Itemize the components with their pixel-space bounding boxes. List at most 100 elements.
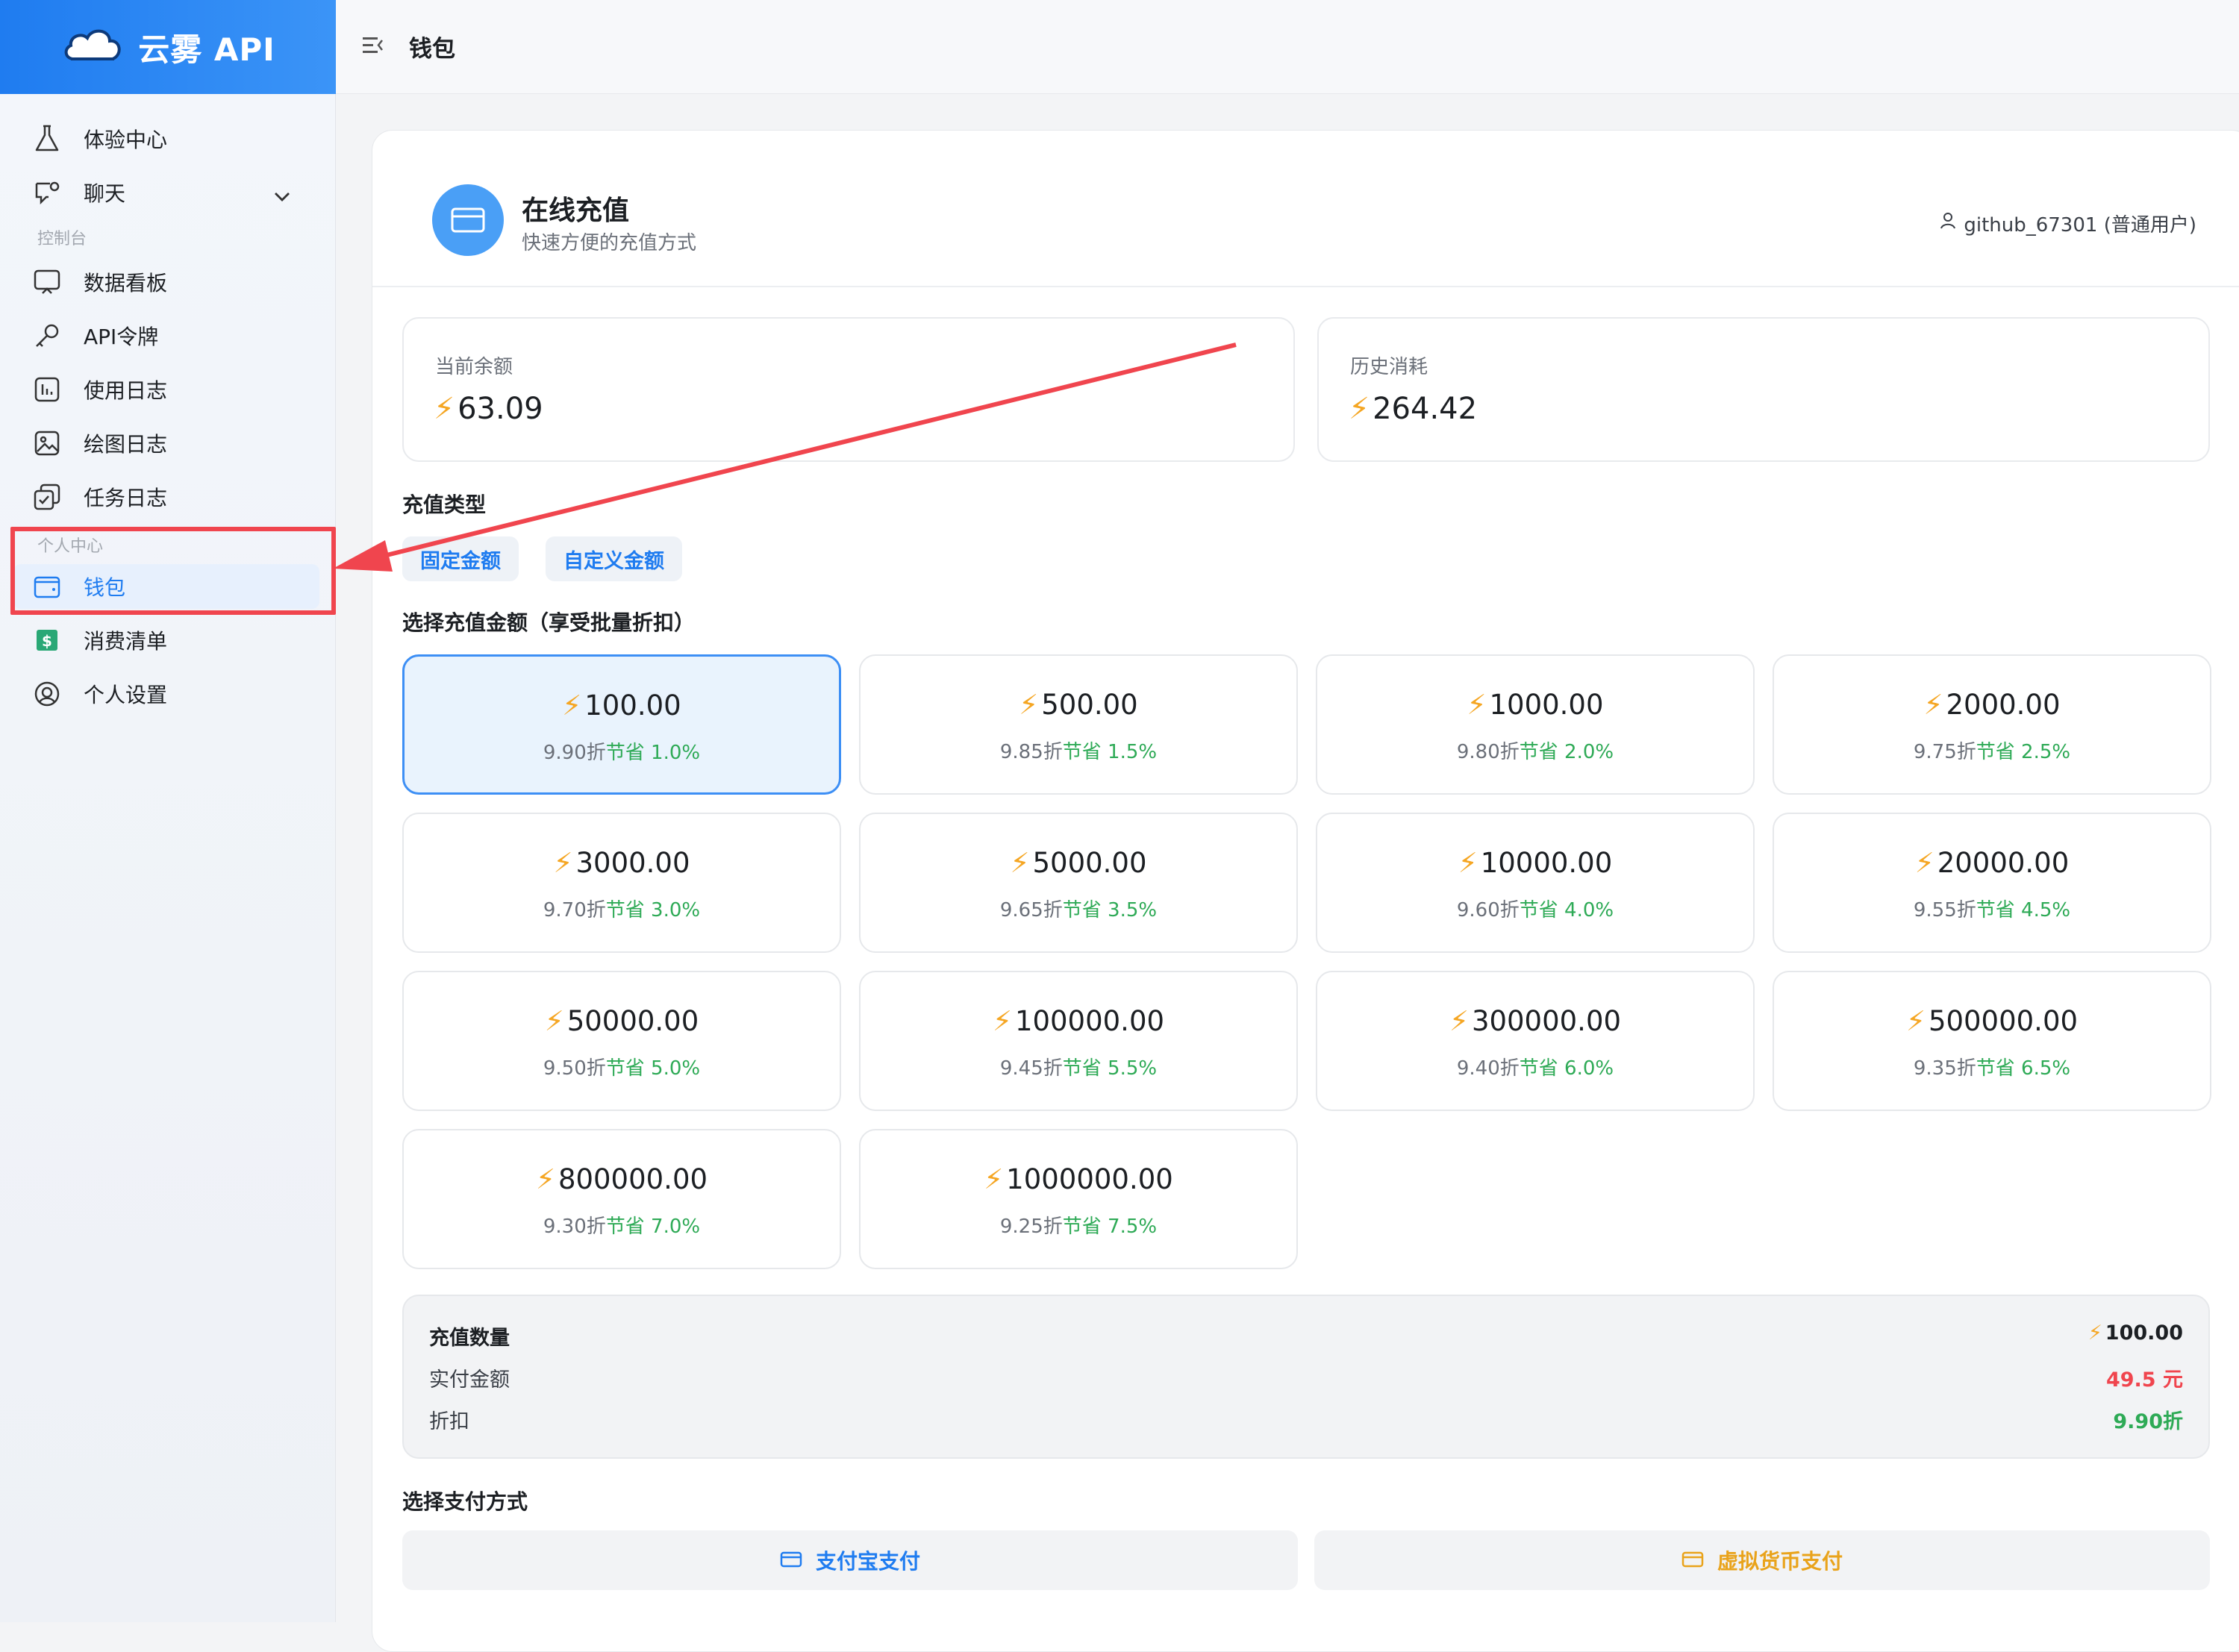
bolt-icon: ⚡ bbox=[1923, 689, 1943, 721]
amount-discount: 9.90折 bbox=[543, 742, 606, 764]
amount-discount: 9.30折 bbox=[543, 1215, 606, 1238]
amount-save: 节省 6.0% bbox=[1519, 1057, 1614, 1080]
sidebar-item-settings[interactable]: 个人设置 bbox=[13, 672, 319, 716]
amount-section-label: 选择充值金额（享受批量折扣） bbox=[402, 610, 696, 635]
bolt-icon: ⚡ bbox=[992, 1005, 1012, 1037]
type-custom-button[interactable]: 自定义金额 bbox=[546, 536, 682, 581]
amount-option[interactable]: ⚡ 1000.00 9.80折节省 2.0% bbox=[1316, 654, 1755, 795]
amount-option[interactable]: ⚡ 10000.00 9.60折节省 4.0% bbox=[1316, 813, 1755, 953]
sidebar-item-billing[interactable]: $ 消费清单 bbox=[13, 618, 319, 663]
amount-option[interactable]: ⚡ 800000.00 9.30折节省 7.0% bbox=[402, 1129, 841, 1269]
amount-discount-wrap: 9.65折节省 3.5% bbox=[861, 895, 1296, 922]
user-icon bbox=[1940, 212, 1956, 235]
amount-option[interactable]: ⚡ 50000.00 9.50折节省 5.0% bbox=[402, 971, 841, 1111]
recharge-card: 在线充值 快速方便的充值方式 github_67301 (普通用户) 当前余额 … bbox=[372, 130, 2239, 1652]
bolt-icon: ⚡ bbox=[562, 689, 582, 722]
amount-value: 20000.00 bbox=[1937, 847, 2070, 879]
amount-option[interactable]: ⚡ 500000.00 9.35折节省 6.5% bbox=[1773, 971, 2211, 1111]
bolt-icon: ⚡ bbox=[1467, 689, 1487, 721]
bolt-icon: ⚡ bbox=[1458, 847, 1478, 879]
amount-value: 100.00 bbox=[584, 689, 681, 722]
sidebar-item-api-token[interactable]: API令牌 bbox=[13, 313, 319, 358]
sidebar-item-chat[interactable]: 聊天 bbox=[13, 170, 319, 215]
amount-discount-wrap: 9.30折节省 7.0% bbox=[404, 1211, 840, 1239]
amount-discount-wrap: 9.40折节省 6.0% bbox=[1317, 1053, 1753, 1080]
amount-value-wrap: ⚡ 100.00 bbox=[405, 689, 839, 722]
card-icon bbox=[780, 1548, 802, 1573]
amount-value: 1000000.00 bbox=[1006, 1163, 1173, 1195]
amount-discount: 9.25折 bbox=[999, 1215, 1063, 1238]
type-fixed-button[interactable]: 固定金额 bbox=[402, 536, 519, 581]
amount-discount: 9.70折 bbox=[543, 899, 606, 922]
amount-value-wrap: ⚡ 300000.00 bbox=[1317, 1005, 1753, 1037]
sidebar-item-label: 任务日志 bbox=[84, 486, 168, 510]
amount-save: 节省 3.0% bbox=[605, 899, 701, 922]
bolt-icon: ⚡ bbox=[434, 392, 455, 426]
user-label: github_67301 (普通用户) bbox=[1940, 210, 2196, 237]
amount-option[interactable]: ⚡ 100000.00 9.45折节省 5.5% bbox=[859, 971, 1298, 1111]
amount-save: 节省 7.0% bbox=[605, 1215, 701, 1238]
summary-paid-value: 49.5 元 bbox=[2105, 1368, 2183, 1392]
sidebar-item-label: 个人设置 bbox=[84, 683, 168, 707]
page-title: 钱包 bbox=[409, 36, 455, 63]
dollar-icon: $ bbox=[31, 625, 63, 656]
card-subtitle: 快速方便的充值方式 bbox=[522, 232, 697, 254]
amount-discount-wrap: 9.60折节省 4.0% bbox=[1317, 895, 1753, 922]
annotation-highlight-box bbox=[10, 527, 336, 615]
alipay-label: 支付宝支付 bbox=[815, 1549, 920, 1574]
sidebar-item-usage-log[interactable]: 使用日志 bbox=[13, 367, 319, 412]
amount-option[interactable]: ⚡ 2000.00 9.75折节省 2.5% bbox=[1773, 654, 2211, 795]
amount-option[interactable]: ⚡ 300000.00 9.40折节省 6.0% bbox=[1316, 971, 1755, 1111]
balance-value: 63.09 bbox=[458, 392, 543, 426]
amount-value-wrap: ⚡ 2000.00 bbox=[1774, 689, 2210, 721]
balance-card: 当前余额 ⚡ 63.09 bbox=[402, 317, 1295, 462]
sidebar-item-label: 聊天 bbox=[84, 181, 126, 206]
collapse-sidebar-icon[interactable] bbox=[363, 36, 385, 58]
summary-paid-row: 实付金额 49.5 元 bbox=[429, 1363, 2183, 1392]
history-card: 历史消耗 ⚡ 264.42 bbox=[1317, 317, 2210, 462]
amount-option[interactable]: ⚡ 100.00 9.90折节省 1.0% bbox=[402, 654, 841, 795]
amount-save: 节省 2.0% bbox=[1519, 741, 1614, 763]
amount-value: 500.00 bbox=[1041, 689, 1138, 721]
crypto-pay-button[interactable]: 虚拟货币支付 bbox=[1314, 1530, 2210, 1590]
history-label: 历史消耗 bbox=[1350, 356, 1428, 378]
summary-discount-row: 折扣 9.90折 bbox=[429, 1405, 2183, 1434]
amount-option[interactable]: ⚡ 500.00 9.85折节省 1.5% bbox=[859, 654, 1298, 795]
summary-qty-value-wrap: ⚡ 100.00 bbox=[2088, 1321, 2183, 1351]
card-icon bbox=[1681, 1548, 1704, 1573]
amount-discount: 9.85折 bbox=[999, 741, 1063, 763]
amount-discount: 9.80折 bbox=[1456, 741, 1520, 763]
amount-discount: 9.55折 bbox=[1913, 899, 1976, 922]
sidebar-item-task-log[interactable]: 任务日志 bbox=[13, 475, 319, 519]
amount-save: 节省 1.5% bbox=[1062, 741, 1158, 763]
alipay-button[interactable]: 支付宝支付 bbox=[402, 1530, 1298, 1590]
sidebar-item-draw-log[interactable]: 绘图日志 bbox=[13, 421, 319, 466]
amount-option[interactable]: ⚡ 1000000.00 9.25折节省 7.5% bbox=[859, 1129, 1298, 1269]
amount-save: 节省 7.5% bbox=[1062, 1215, 1158, 1238]
amount-value-wrap: ⚡ 800000.00 bbox=[404, 1163, 840, 1195]
sidebar-item-experience[interactable]: 体验中心 bbox=[13, 116, 319, 161]
sidebar-item-label: 绘图日志 bbox=[84, 432, 168, 457]
balance-value-wrap: ⚡ 63.09 bbox=[434, 392, 543, 426]
chevron-down-icon[interactable] bbox=[273, 184, 291, 208]
amount-value: 3000.00 bbox=[575, 847, 690, 879]
bolt-icon: ⚡ bbox=[1019, 689, 1039, 721]
amount-option[interactable]: ⚡ 20000.00 9.55折节省 4.5% bbox=[1773, 813, 2211, 953]
task-icon bbox=[31, 481, 63, 513]
amount-discount-wrap: 9.35折节省 6.5% bbox=[1774, 1053, 2210, 1080]
amount-option[interactable]: ⚡ 3000.00 9.70折节省 3.0% bbox=[402, 813, 841, 953]
summary-discount-value: 9.90折 bbox=[2113, 1410, 2183, 1433]
amount-value-wrap: ⚡ 50000.00 bbox=[404, 1005, 840, 1037]
sidebar-item-dashboard[interactable]: 数据看板 bbox=[13, 260, 319, 304]
amount-value-wrap: ⚡ 3000.00 bbox=[404, 847, 840, 879]
amount-value-wrap: ⚡ 500000.00 bbox=[1774, 1005, 2210, 1037]
svg-text:$: $ bbox=[42, 632, 52, 650]
amount-discount-wrap: 9.90折节省 1.0% bbox=[405, 737, 839, 765]
amount-save: 节省 6.5% bbox=[1976, 1057, 2071, 1080]
bolt-icon: ⚡ bbox=[1449, 1005, 1469, 1037]
sidebar-item-label: API令牌 bbox=[84, 325, 159, 349]
amount-option[interactable]: ⚡ 5000.00 9.65折节省 3.5% bbox=[859, 813, 1298, 953]
amount-discount-wrap: 9.45折节省 5.5% bbox=[861, 1053, 1296, 1080]
amount-value-wrap: ⚡ 1000.00 bbox=[1317, 689, 1753, 721]
bolt-icon: ⚡ bbox=[535, 1163, 555, 1195]
